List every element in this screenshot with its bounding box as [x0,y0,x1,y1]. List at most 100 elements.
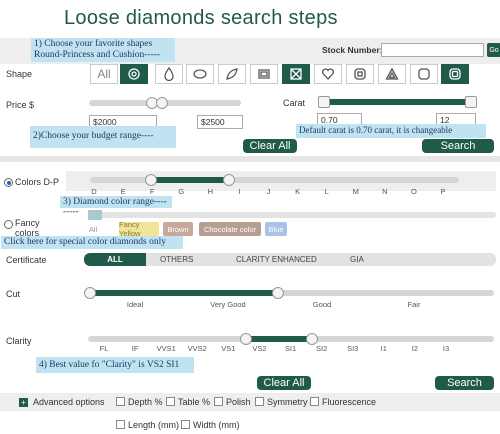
trillion-icon [385,67,399,80]
fancy-chip-chocolate[interactable]: Chocolate color [199,222,261,236]
fluorescence-checkbox[interactable] [310,397,319,406]
fancy-colors-radio[interactable] [4,220,13,229]
length-label: Length (mm) [128,420,180,430]
shape-pear-button[interactable] [155,64,183,84]
carat-slider-track[interactable] [318,99,476,105]
fancy-chip-all[interactable]: All [86,222,100,236]
option-fluorescence[interactable]: Fluorescence [310,397,376,407]
option-depth[interactable]: Depth % [116,397,163,407]
fancy-chip-blue[interactable]: Blue [265,222,287,236]
fancy-slider-handle[interactable] [88,210,102,220]
go-button[interactable]: Go [487,43,500,57]
colors-radio[interactable] [4,178,13,187]
step1-note: 1) Choose your favorite shapes Round-Pri… [31,38,175,62]
color-grade-n: N [382,187,388,196]
width-checkbox[interactable] [181,420,190,429]
certificate-option-clarity-enhanced[interactable]: CLARITY ENHANCED [236,255,317,264]
shape-heart-button[interactable] [314,64,342,84]
clarity-grade-i1: I1 [380,344,387,353]
clarity-slider-fill [246,336,312,342]
clarity-min-handle[interactable] [240,333,252,345]
fancy-colors-label: Fancy colors [15,218,40,238]
option-symmetry[interactable]: Symmetry [255,397,308,407]
clear-all-button-top[interactable]: Clear All [243,139,297,153]
color-grade-f: F [149,187,155,196]
heart-icon [321,68,335,80]
page-title: Loose diamonds search steps [64,7,338,29]
cut-slider-fill [88,290,278,296]
emerald-icon [258,69,270,79]
cut-grade-fair: Fair [407,300,421,309]
certificate-label: Certificate [6,255,47,265]
fancy-slider-track[interactable] [88,212,496,218]
color-grade-j: J [266,187,271,196]
certificate-option-gia[interactable]: GIA [350,255,364,264]
fluorescence-label: Fluorescence [322,397,377,407]
width-label: Width (mm) [193,420,240,430]
clarity-grade-vs1: VS1 [221,344,236,353]
table-checkbox[interactable] [166,397,175,406]
fancy-chip-brown[interactable]: Brown [163,222,193,236]
carat-label: Carat [283,98,306,108]
symmetry-checkbox[interactable] [255,397,264,406]
shape-trillion-button[interactable] [378,64,406,84]
round-icon [128,68,140,80]
color-grade-k: K [295,187,301,196]
step1-note-line1: 1) Choose your favorite shapes [34,39,153,49]
colors-slider-fill [151,177,229,183]
color-grade-l: L [324,187,329,196]
shape-oval-button[interactable] [186,64,214,84]
color-grade-e: E [120,187,126,196]
pear-icon [164,67,174,81]
shape-princess-button[interactable] [282,64,310,84]
length-checkbox[interactable] [116,420,125,429]
colors-max-handle[interactable] [223,174,235,186]
color-grade-p: P [440,187,446,196]
cut-grade-very-good: Very Good [210,300,246,309]
cut-min-handle[interactable] [84,287,96,299]
princess-icon [290,68,302,80]
color-grade-m: M [352,187,359,196]
shape-all-button[interactable]: All [90,64,118,84]
stock-number-input[interactable] [381,43,484,57]
carat-max-handle[interactable] [465,96,477,108]
shape-radiant-button[interactable] [410,64,438,84]
price-max-input[interactable]: $2500 [197,115,243,129]
shape-round-button[interactable] [120,64,148,84]
price-max-handle[interactable] [156,97,168,109]
colors-label: Colors D-P [15,177,60,187]
shape-emerald-button[interactable] [250,64,278,84]
clear-all-button-bottom[interactable]: Clear All [257,376,311,390]
option-polish[interactable]: Polish [214,397,251,407]
radiant-icon [418,68,430,80]
cut-label: Cut [6,289,21,299]
clarity-grade-vvs1: VVS1 [156,344,176,353]
cut-max-handle[interactable] [272,287,284,299]
colors-min-handle[interactable] [145,174,157,186]
clarity-grade-si2: SI2 [315,344,328,353]
option-table[interactable]: Table % [166,397,210,407]
polish-checkbox[interactable] [214,397,223,406]
certificate-option-all[interactable]: ALL [84,253,146,266]
certificate-option-others[interactable]: OTHERS [160,255,193,264]
clarity-grade-si1: SI1 [284,344,297,353]
advanced-options-label[interactable]: Advanced options [33,397,105,407]
fancy-chip-yellow[interactable]: Fancy Yellow [119,220,159,238]
option-length[interactable]: Length (mm) [116,420,179,430]
color-grade-h: H [207,187,214,196]
depth-checkbox[interactable] [116,397,125,406]
asscher-icon [354,68,366,80]
shape-marquise-button[interactable] [218,64,246,84]
clarity-grade-vvs2: VVS2 [187,344,207,353]
cut-grade-good: Good [312,300,332,309]
shape-cushion-button[interactable] [441,64,469,84]
shape-asscher-button[interactable] [346,64,374,84]
clarity-grade-if: IF [131,344,139,353]
stock-number-label: Stock Number: [322,45,383,55]
carat-min-handle[interactable] [318,96,330,108]
search-button-bottom[interactable]: Search [435,376,494,390]
option-width[interactable]: Width (mm) [181,420,240,430]
search-button-top[interactable]: Search [422,139,494,153]
symmetry-label: Symmetry [267,397,308,407]
expand-plus-icon[interactable]: + [19,398,28,407]
